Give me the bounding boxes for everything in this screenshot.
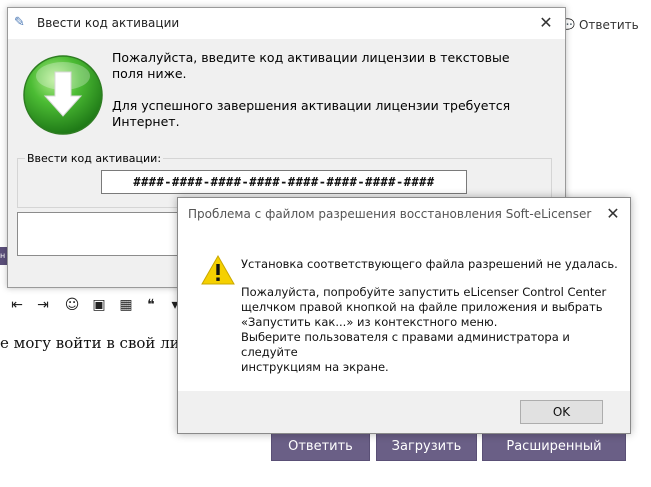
- media-icon[interactable]: ▦: [117, 296, 135, 314]
- reply-link-label: Ответить: [578, 18, 639, 32]
- error-dialog-title: Проблема с файлом разрешения восстановле…: [188, 207, 592, 221]
- activation-dialog-title: Ввести код активации: [37, 16, 180, 30]
- smiley-icon[interactable]: ☺: [63, 296, 81, 314]
- advanced-mode-button[interactable]: Расширенный режим...: [482, 432, 626, 481]
- activation-code-input[interactable]: ####-####-####-####-####-####-####-####: [101, 170, 467, 194]
- indent-increase-icon[interactable]: ⇥: [34, 296, 52, 314]
- error-dialog: Проблема с файлом разрешения восстановле…: [177, 197, 631, 434]
- error-details: Пожалуйста, попробуйте запустить eLicens…: [241, 285, 611, 375]
- error-details-line: «Запустить как...» из контекстного меню.: [241, 315, 498, 329]
- image-icon[interactable]: ▣: [90, 296, 108, 314]
- error-details-line: инструкциям на экране.: [241, 360, 389, 374]
- warning-icon: [201, 255, 235, 285]
- activation-code-label: Ввести код активации:: [25, 152, 164, 165]
- error-titlebar[interactable]: Проблема с файлом разрешения восстановле…: [178, 198, 630, 230]
- error-message: Установка соответствующего файла разреше…: [241, 257, 618, 271]
- download-arrow-icon: [23, 55, 103, 135]
- error-dialog-footer: OK: [178, 391, 630, 433]
- error-close-button[interactable]: ✕: [602, 203, 624, 225]
- reply-link[interactable]: 💬 Ответить: [560, 18, 639, 32]
- editor-text[interactable]: е могу войти в свой личн: [0, 334, 180, 352]
- quote-icon[interactable]: ❝: [142, 296, 160, 314]
- ok-button[interactable]: OK: [520, 400, 603, 424]
- reply-button[interactable]: Ответить: [271, 432, 370, 461]
- error-details-line: Пожалуйста, попробуйте запустить eLicens…: [241, 285, 607, 299]
- activation-message-1: Пожалуйста, введите код активации лиценз…: [112, 50, 510, 81]
- activation-titlebar[interactable]: ✎ Ввести код активации ✕: [8, 8, 565, 39]
- activation-message-2: Для успешного завершения активации лицен…: [112, 98, 511, 129]
- left-tab-label: н: [0, 251, 6, 260]
- error-details-line: щелчком правой кнопкой на файле приложен…: [241, 300, 603, 314]
- activation-close-button[interactable]: ✕: [535, 12, 557, 34]
- error-details-line: Выберите пользователя с правами админист…: [241, 330, 570, 359]
- pen-icon: ✎: [14, 15, 25, 30]
- indent-decrease-icon[interactable]: ⇤: [8, 296, 26, 314]
- upload-file-button[interactable]: Загрузить файл: [376, 432, 477, 481]
